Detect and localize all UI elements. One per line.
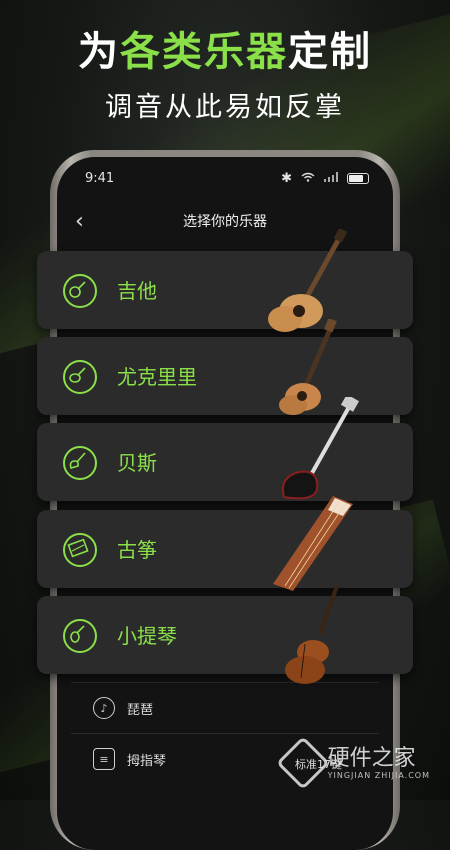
ukulele-icon bbox=[63, 360, 97, 394]
kalimba-icon: ≡ bbox=[93, 748, 115, 770]
signal-icon bbox=[324, 171, 338, 186]
instrument-card-guitar[interactable]: 吉他 bbox=[37, 229, 413, 332]
status-bar: 9:41 ✱ bbox=[85, 171, 369, 191]
instrument-card-guzheng[interactable]: 古筝 bbox=[37, 496, 413, 591]
card-label: 吉他 bbox=[117, 279, 157, 303]
list-item-pipa[interactable]: ♪ 琵琶 bbox=[71, 682, 379, 733]
promo-headline: 为各类乐器定制 bbox=[0, 26, 450, 78]
bass-icon bbox=[63, 446, 97, 480]
headline-text: 定制 bbox=[288, 29, 372, 75]
guzheng-image bbox=[273, 496, 353, 591]
list-item-label: 琵琶 bbox=[127, 702, 154, 718]
headline-highlight: 各类乐器 bbox=[120, 29, 288, 75]
card-label: 小提琴 bbox=[117, 624, 177, 648]
violin-image bbox=[285, 585, 339, 684]
instrument-card-violin[interactable]: 小提琴 bbox=[37, 585, 413, 684]
status-time: 9:41 bbox=[85, 171, 115, 186]
instrument-card-bass[interactable]: 贝斯 bbox=[37, 397, 413, 501]
watermark: 硬件之家 YINGJIAN ZHIJIA.COM bbox=[275, 736, 430, 790]
guzheng-icon bbox=[63, 533, 97, 567]
card-label: 尤克里里 bbox=[117, 365, 197, 389]
nav-title: 选择你的乐器 bbox=[183, 214, 267, 230]
headline-text: 为 bbox=[78, 29, 120, 75]
pipa-icon: ♪ bbox=[93, 697, 115, 719]
bass-image bbox=[282, 397, 360, 500]
wifi-icon bbox=[301, 171, 315, 186]
card-label: 贝斯 bbox=[117, 451, 157, 475]
bluetooth-icon: ✱ bbox=[281, 171, 292, 186]
violin-icon bbox=[63, 619, 97, 653]
watermark-logo-icon bbox=[275, 736, 330, 790]
status-icons: ✱ bbox=[281, 171, 369, 186]
list-item-label: 拇指琴 bbox=[127, 753, 167, 769]
watermark-text: 硬件之家 bbox=[327, 745, 416, 771]
watermark-subtext: YINGJIAN ZHIJIA.COM bbox=[327, 770, 430, 780]
promo-subline: 调音从此易如反掌 bbox=[105, 92, 345, 123]
battery-icon bbox=[347, 173, 369, 184]
card-label: 古筝 bbox=[117, 538, 157, 562]
guitar-icon bbox=[63, 274, 97, 308]
